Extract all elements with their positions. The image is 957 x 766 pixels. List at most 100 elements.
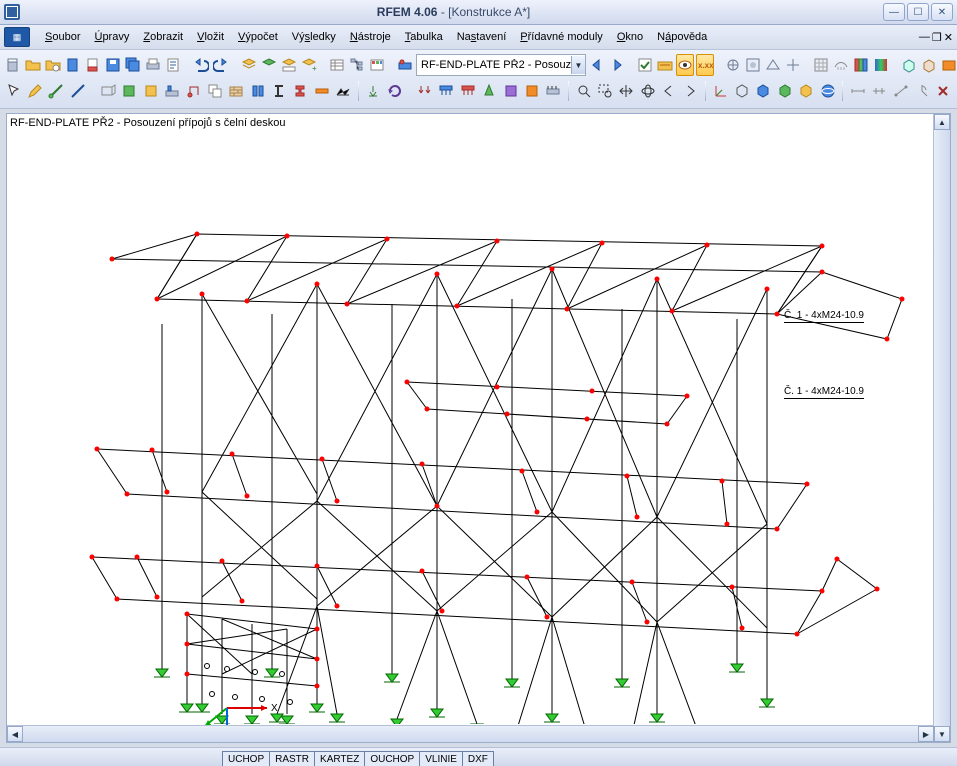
- status-toggle-ouchop[interactable]: OUCHOP: [365, 751, 420, 766]
- model-tool-5[interactable]: [184, 80, 203, 102]
- view-tool-2[interactable]: [744, 54, 762, 76]
- layers-button[interactable]: [240, 54, 258, 76]
- zoom-tool[interactable]: [574, 80, 593, 102]
- prev-view-tool[interactable]: [659, 80, 678, 102]
- menu-soubor[interactable]: Soubor: [38, 28, 87, 46]
- module-button[interactable]: [396, 54, 414, 76]
- cube-tool-2[interactable]: [920, 54, 938, 76]
- color-tool[interactable]: [852, 54, 870, 76]
- doc-blue-button[interactable]: [64, 54, 82, 76]
- beam-tool[interactable]: [312, 80, 331, 102]
- iso-tool-1[interactable]: [732, 80, 751, 102]
- model-tool-4[interactable]: [163, 80, 182, 102]
- view-tool-1[interactable]: [724, 54, 742, 76]
- eye-toggle[interactable]: [676, 54, 694, 76]
- layers-grid-button[interactable]: [280, 54, 298, 76]
- status-toggle-dxf[interactable]: DXF: [463, 751, 494, 766]
- cube-tool-1[interactable]: [900, 54, 918, 76]
- redo-button[interactable]: [212, 54, 230, 76]
- loads-tool-7[interactable]: [544, 80, 563, 102]
- del-tool[interactable]: [934, 80, 953, 102]
- palette-button[interactable]: [368, 54, 386, 76]
- support-tool[interactable]: [364, 80, 383, 102]
- menu-nastavení[interactable]: Nastavení: [450, 28, 514, 46]
- maximize-button[interactable]: ☐: [907, 3, 929, 21]
- menu-nástroje[interactable]: Nástroje: [343, 28, 398, 46]
- menu-výpočet[interactable]: Výpočet: [231, 28, 285, 46]
- prev-case-button[interactable]: [588, 54, 606, 76]
- mdi-restore-button[interactable]: ❐: [932, 31, 942, 44]
- status-toggle-vlinie[interactable]: VLINIE: [420, 751, 463, 766]
- next-case-button[interactable]: [608, 54, 626, 76]
- layers-green-button[interactable]: [260, 54, 278, 76]
- close-button[interactable]: ✕: [931, 3, 953, 21]
- layers-plus-button[interactable]: +: [300, 54, 318, 76]
- dim-tool-2[interactable]: [870, 80, 889, 102]
- pencil-tool[interactable]: [25, 80, 44, 102]
- dropdown-arrow-icon[interactable]: ▼: [571, 56, 585, 74]
- undo-button[interactable]: [192, 54, 210, 76]
- table-button[interactable]: [328, 54, 346, 76]
- scroll-up-button[interactable]: ▲: [934, 114, 950, 130]
- save-all-button[interactable]: [124, 54, 142, 76]
- minimize-button[interactable]: —: [883, 3, 905, 21]
- scroll-down-button[interactable]: ▼: [934, 726, 950, 742]
- truss-tool[interactable]: [334, 80, 353, 102]
- scroll-left-button[interactable]: ◀: [7, 726, 23, 742]
- module-case-dropdown[interactable]: RF-END-PLATE PŘ2 - Posouze ▼: [416, 54, 586, 76]
- select-tool[interactable]: [4, 80, 23, 102]
- loads-tool-6[interactable]: [522, 80, 541, 102]
- scrollbar-vertical[interactable]: ▲ ▼: [933, 114, 950, 742]
- open-button[interactable]: [24, 54, 42, 76]
- pan-tool[interactable]: [617, 80, 636, 102]
- view-tool-3[interactable]: [764, 54, 782, 76]
- status-toggle-rastr[interactable]: RASTR: [270, 751, 315, 766]
- menu-úpravy[interactable]: Úpravy: [87, 28, 136, 46]
- model-tool-3[interactable]: [141, 80, 160, 102]
- print-button[interactable]: [144, 54, 162, 76]
- iso-tool-3[interactable]: [775, 80, 794, 102]
- scrollbar-horizontal[interactable]: ◀ ▶: [7, 725, 934, 742]
- menu-nápověda[interactable]: Nápověda: [650, 28, 714, 46]
- profile-tool[interactable]: [269, 80, 288, 102]
- menu-okno[interactable]: Okno: [610, 28, 650, 46]
- iso-tool-2[interactable]: [754, 80, 773, 102]
- line-blue-tool[interactable]: [68, 80, 87, 102]
- spectrum-tool[interactable]: [872, 54, 890, 76]
- menu-výsledky[interactable]: Výsledky: [285, 28, 343, 46]
- mdi-minimize-button[interactable]: —: [919, 31, 930, 44]
- box-icon-button[interactable]: [940, 54, 957, 76]
- mdi-close-button[interactable]: ✕: [944, 31, 953, 44]
- model-canvas[interactable]: RF-END-PLATE PŘ2 - Posouzení přípojů s č…: [7, 114, 934, 726]
- section-tool[interactable]: [248, 80, 267, 102]
- model-tool-2[interactable]: [120, 80, 139, 102]
- zoom-win-tool[interactable]: [595, 80, 614, 102]
- loads-tool-2[interactable]: [437, 80, 456, 102]
- line-green-tool[interactable]: [47, 80, 66, 102]
- loads-tool-4[interactable]: [480, 80, 499, 102]
- loads-tool-1[interactable]: [415, 80, 434, 102]
- doc-red-button[interactable]: [84, 54, 102, 76]
- next-view-tool[interactable]: [681, 80, 700, 102]
- loads-tool-5[interactable]: [501, 80, 520, 102]
- status-toggle-kartez[interactable]: KARTEZ: [315, 751, 365, 766]
- tree-button[interactable]: [348, 54, 366, 76]
- grid-tool-1[interactable]: [812, 54, 830, 76]
- dim-tool-4[interactable]: [912, 80, 931, 102]
- menu-tabulka[interactable]: Tabulka: [398, 28, 450, 46]
- wall-tool[interactable]: [227, 80, 246, 102]
- menu-zobrazit[interactable]: Zobrazit: [136, 28, 190, 46]
- loads-tool-3[interactable]: [458, 80, 477, 102]
- iso-tool-4[interactable]: [797, 80, 816, 102]
- check-button[interactable]: [636, 54, 654, 76]
- values-toggle[interactable]: x.xx: [696, 54, 714, 76]
- results-display-button[interactable]: [656, 54, 674, 76]
- new-button[interactable]: [4, 54, 22, 76]
- rotate-tool[interactable]: [385, 80, 404, 102]
- axes-tool[interactable]: [711, 80, 730, 102]
- view-tool-4[interactable]: [784, 54, 802, 76]
- grid-tool-2[interactable]: [832, 54, 850, 76]
- model-tool-1[interactable]: [98, 80, 117, 102]
- rotate-view-tool[interactable]: [638, 80, 657, 102]
- scroll-right-button[interactable]: ▶: [918, 726, 934, 742]
